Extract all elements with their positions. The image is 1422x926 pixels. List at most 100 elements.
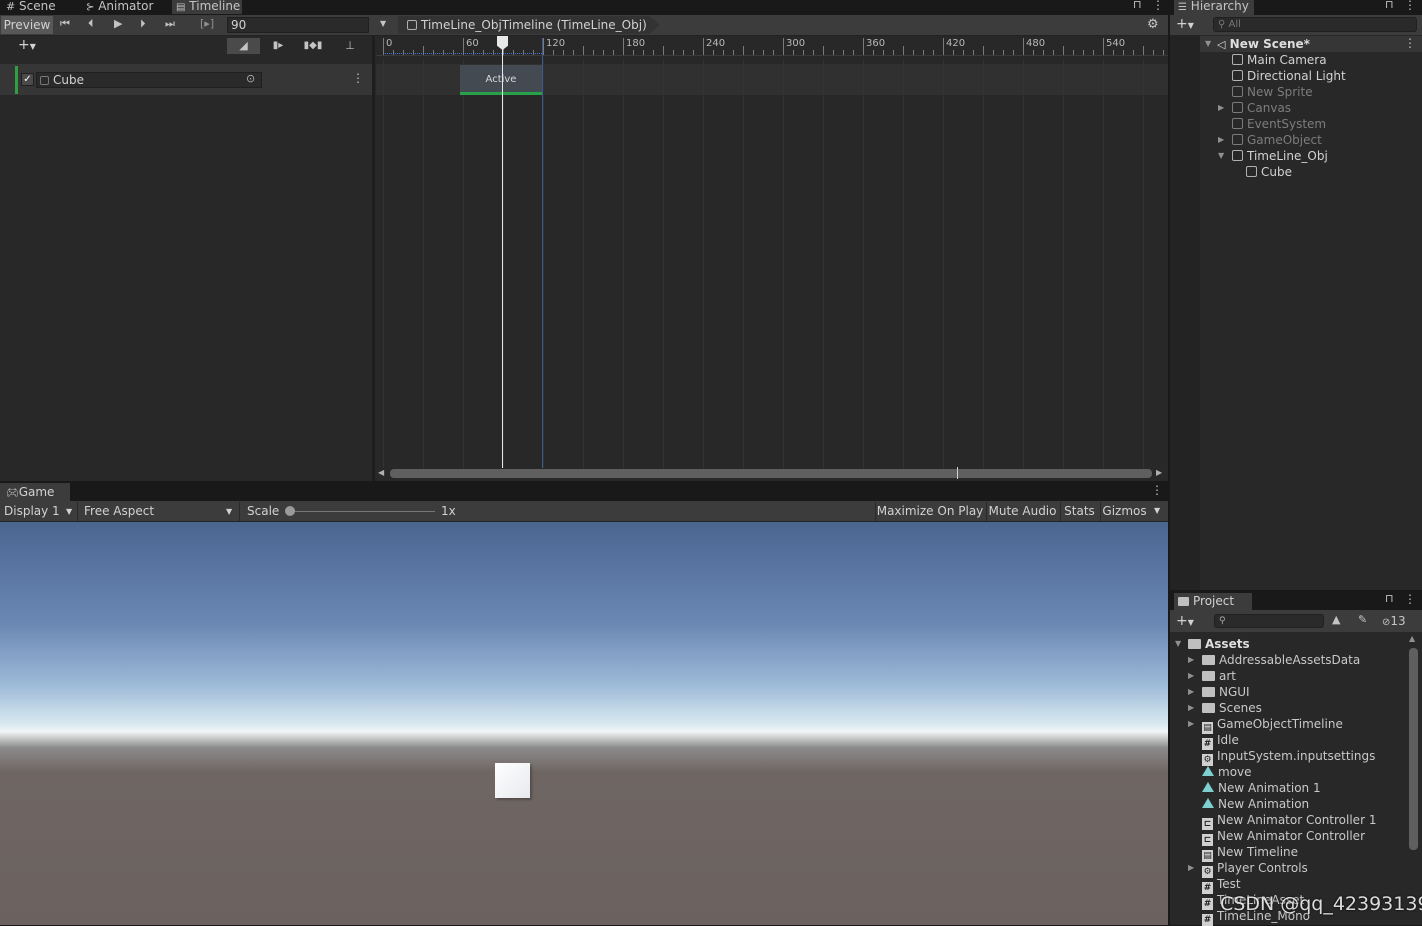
- hierarchy-item[interactable]: Canvas: [1232, 100, 1291, 116]
- ruler-minor-tick: [913, 50, 914, 55]
- track-active-checkbox[interactable]: ✓: [21, 73, 34, 86]
- hierarchy-item[interactable]: EventSystem: [1232, 116, 1326, 132]
- assets-expand-arrow-icon[interactable]: ▼: [1175, 636, 1181, 652]
- object-picker-icon[interactable]: ⊙: [246, 72, 255, 85]
- frame-input[interactable]: 90: [227, 17, 369, 33]
- project-search-input[interactable]: ⚲: [1214, 614, 1324, 628]
- add-track-button[interactable]: +▼: [18, 37, 48, 53]
- hierarchy-item[interactable]: Main Camera: [1232, 52, 1327, 68]
- tab-game[interactable]: 🎮︎Game: [0, 483, 70, 501]
- hidden-packages-toggle[interactable]: ⊘13: [1382, 613, 1418, 629]
- snap-pin-icon[interactable]: ⊥: [340, 38, 360, 54]
- edit-mode-replace-button[interactable]: ▮◆▮: [298, 38, 328, 54]
- lock-icon[interactable]: ⊓: [1385, 592, 1394, 605]
- maximize-on-play-toggle[interactable]: Maximize On Play: [875, 502, 984, 521]
- ruler-minor-tick: [723, 50, 724, 55]
- project-scroll-up-icon[interactable]: ▲: [1409, 634, 1415, 643]
- scene-expand-arrow-icon[interactable]: ▼: [1205, 36, 1211, 52]
- lock-icon[interactable]: ⊓: [1133, 0, 1142, 11]
- project-item[interactable]: ⚙ Player Controls: [1202, 860, 1308, 878]
- timeline-content-area[interactable]: [376, 56, 1168, 466]
- expand-arrow-icon[interactable]: ▶: [1218, 132, 1224, 148]
- timeline-clip-active[interactable]: Active: [460, 65, 542, 95]
- expand-arrow-icon[interactable]: ▶: [1188, 684, 1194, 700]
- hierarchy-item[interactable]: Cube: [1246, 164, 1292, 180]
- play-icon[interactable]: ▶: [114, 17, 122, 30]
- scale-slider-track[interactable]: [289, 511, 435, 512]
- tab-timeline[interactable]: ▤ Timeline: [172, 0, 242, 14]
- expand-arrow-icon[interactable]: ▼: [1218, 148, 1224, 164]
- project-item[interactable]: ⊏ New Animator Controller: [1202, 828, 1365, 846]
- next-frame-icon[interactable]: ⏵: [140, 17, 146, 31]
- display-dropdown[interactable]: Display 1 ▼: [0, 502, 78, 521]
- timeline-horizontal-scrollbar[interactable]: [390, 469, 1152, 478]
- project-vertical-scrollbar[interactable]: [1409, 648, 1418, 850]
- gizmos-dropdown-icon[interactable]: ▼: [1154, 506, 1160, 515]
- project-item[interactable]: NGUI: [1202, 684, 1250, 700]
- track-menu-icon[interactable]: ⋮: [352, 71, 364, 85]
- edit-mode-mix-button[interactable]: ◢: [227, 38, 260, 54]
- project-item[interactable]: # Test: [1202, 876, 1241, 894]
- project-item[interactable]: move: [1202, 764, 1252, 780]
- project-item[interactable]: New Animation 1: [1202, 780, 1321, 796]
- edit-mode-ripple-button[interactable]: ▮▸: [263, 38, 293, 54]
- ruler-minor-tick: [643, 50, 644, 55]
- hierarchy-add-button[interactable]: +▼: [1176, 16, 1194, 34]
- expand-arrow-icon[interactable]: ▶: [1188, 700, 1194, 716]
- gizmos-toggle[interactable]: Gizmos: [1100, 502, 1148, 521]
- asset-dropdown-arrow-icon[interactable]: ▼: [380, 19, 386, 28]
- kebab-menu-icon[interactable]: ⋮: [1404, 0, 1416, 12]
- project-item-label: NGUI: [1219, 685, 1250, 699]
- track-binding-field[interactable]: Cube: [36, 72, 262, 88]
- project-item[interactable]: ▤ GameObjectTimeline: [1202, 716, 1343, 734]
- scene-menu-icon[interactable]: ⋮: [1404, 36, 1416, 50]
- aspect-dropdown[interactable]: Free Aspect ▼: [80, 502, 240, 521]
- lock-icon[interactable]: ⊓: [1385, 0, 1394, 11]
- project-item[interactable]: ⚙ InputSystem.inputsettings: [1202, 748, 1375, 766]
- tab-hierarchy[interactable]: ☰ Hierarchy: [1174, 0, 1254, 15]
- tab-project[interactable]: Project: [1174, 593, 1252, 610]
- project-item[interactable]: ▤ New Timeline: [1202, 844, 1298, 862]
- preview-button[interactable]: Preview: [1, 16, 53, 34]
- expand-arrow-icon[interactable]: ▶: [1188, 668, 1194, 684]
- project-add-button[interactable]: +▼: [1176, 613, 1194, 631]
- search-by-label-icon[interactable]: ✎: [1358, 613, 1367, 626]
- project-item[interactable]: AddressableAssetsData: [1202, 652, 1360, 668]
- hierarchy-item[interactable]: Directional Light: [1232, 68, 1346, 84]
- game-viewport[interactable]: [0, 522, 1168, 925]
- hierarchy-search-input[interactable]: ⚲ All: [1213, 17, 1417, 32]
- game-panel-menu-icon[interactable]: ⋮: [1151, 483, 1163, 497]
- expand-arrow-icon[interactable]: ▶: [1218, 100, 1224, 116]
- hierarchy-item[interactable]: GameObject: [1232, 132, 1322, 148]
- kebab-menu-icon[interactable]: ⋮: [1152, 0, 1164, 12]
- expand-arrow-icon[interactable]: ▶: [1188, 652, 1194, 668]
- mute-audio-toggle[interactable]: Mute Audio: [986, 502, 1058, 521]
- stats-toggle[interactable]: Stats: [1060, 502, 1098, 521]
- scroll-left-icon[interactable]: ◀: [378, 468, 384, 477]
- scroll-right-icon[interactable]: ▶: [1156, 468, 1162, 477]
- tab-scene[interactable]: # Scene: [6, 0, 68, 14]
- play-range-icon[interactable]: [▸]: [200, 17, 214, 30]
- go-to-start-icon[interactable]: ⏮: [60, 17, 70, 31]
- scale-slider-thumb[interactable]: [285, 506, 295, 516]
- prev-frame-icon[interactable]: ⏴: [88, 17, 94, 31]
- hierarchy-scene-root[interactable]: ◁ New Scene*: [1217, 36, 1310, 52]
- tab-animator[interactable]: ⊱ Animator: [86, 0, 166, 14]
- timeline-settings-gear-icon[interactable]: ⚙: [1147, 17, 1159, 32]
- project-assets-root[interactable]: Assets: [1188, 636, 1250, 652]
- project-item[interactable]: New Animation: [1202, 796, 1309, 812]
- track-list-divider[interactable]: [372, 36, 375, 481]
- project-item[interactable]: Scenes: [1202, 700, 1262, 716]
- scrollbar-thumb-divider: [957, 467, 958, 479]
- go-to-end-icon[interactable]: ⏭: [165, 17, 175, 31]
- project-item[interactable]: art: [1202, 668, 1236, 684]
- search-by-type-icon[interactable]: ▲: [1332, 613, 1340, 626]
- project-item[interactable]: # Idle: [1202, 732, 1239, 750]
- timeline-asset-breadcrumb[interactable]: TimeLine_ObjTimeline (TimeLine_Obj): [398, 16, 660, 34]
- kebab-menu-icon[interactable]: ⋮: [1404, 592, 1416, 606]
- hierarchy-item[interactable]: New Sprite: [1232, 84, 1313, 100]
- project-item[interactable]: ⊏ New Animator Controller 1: [1202, 812, 1376, 830]
- hierarchy-item[interactable]: TimeLine_Obj: [1232, 148, 1328, 164]
- expand-arrow-icon[interactable]: ▶: [1188, 860, 1194, 876]
- expand-arrow-icon[interactable]: ▶: [1188, 716, 1194, 732]
